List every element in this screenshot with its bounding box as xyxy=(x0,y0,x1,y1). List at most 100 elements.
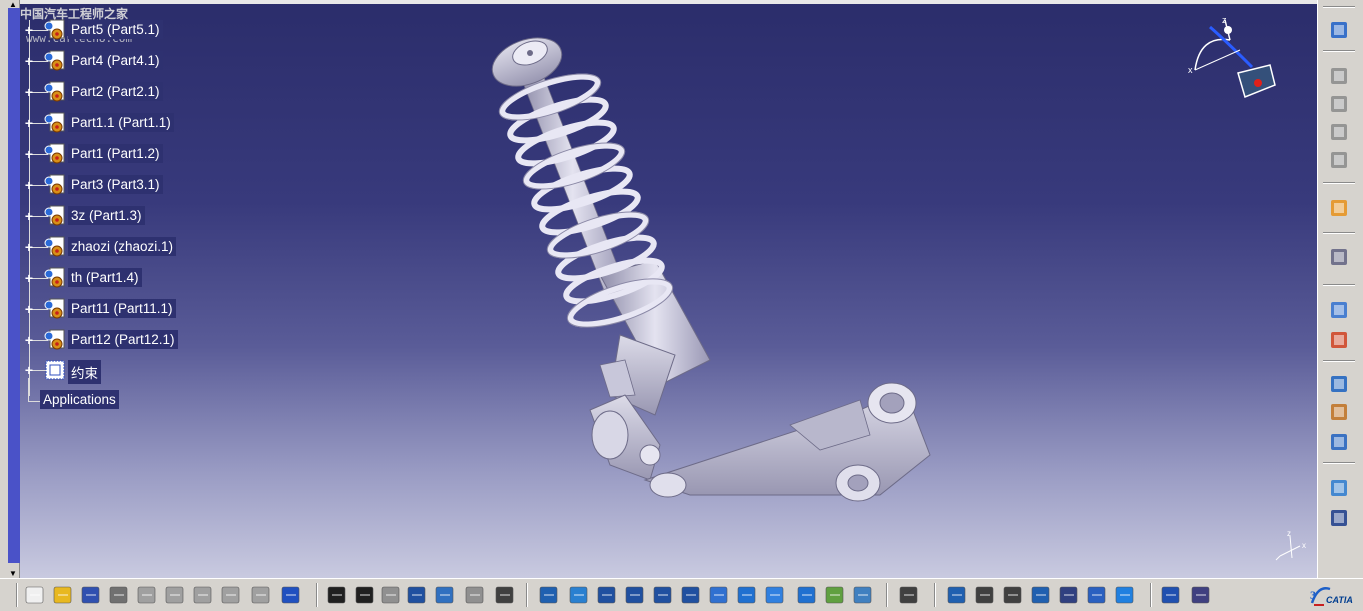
compass-navigator[interactable]: z x xyxy=(1180,15,1290,110)
right-toolbar xyxy=(1317,0,1363,578)
tree-node-part[interactable]: +3z (Part1.3) xyxy=(22,205,302,227)
explode-icon[interactable] xyxy=(1058,584,1080,606)
shading-icon[interactable] xyxy=(796,584,818,606)
link-icon[interactable] xyxy=(380,584,402,606)
scroll-up-arrow-icon[interactable]: ▲ xyxy=(9,0,17,9)
update-icon[interactable] xyxy=(1328,400,1352,424)
open-icon[interactable] xyxy=(52,584,74,606)
ruler-icon[interactable] xyxy=(1160,584,1182,606)
toolbar-separator xyxy=(526,583,528,607)
constraint-icon[interactable] xyxy=(1328,372,1352,396)
manipulation-icon[interactable] xyxy=(1328,298,1352,322)
tree-node-constraints[interactable]: + 约束 xyxy=(22,359,302,384)
cut-icon[interactable] xyxy=(136,584,158,606)
save-icon[interactable] xyxy=(80,584,102,606)
new-icon[interactable] xyxy=(24,584,46,606)
select-icon[interactable] xyxy=(1328,196,1352,220)
tree-node-label: 约束 xyxy=(68,360,101,384)
material-icon[interactable] xyxy=(824,584,846,606)
paste-icon[interactable] xyxy=(192,584,214,606)
formula-icon[interactable] xyxy=(326,584,348,606)
copy-icon[interactable] xyxy=(164,584,186,606)
suspension-assembly-model[interactable] xyxy=(460,25,960,515)
expand-plus-icon[interactable]: + xyxy=(22,23,36,37)
expand-plus-icon[interactable]: + xyxy=(22,363,36,377)
comment-icon[interactable] xyxy=(354,584,376,606)
expand-plus-icon[interactable]: + xyxy=(22,85,36,99)
normal-view-icon[interactable] xyxy=(708,584,730,606)
snap-icon[interactable] xyxy=(1328,328,1352,352)
measure-icon[interactable] xyxy=(946,584,968,606)
tree-node-part[interactable]: + Part5 (Part5.1) xyxy=(22,19,302,41)
tree-scroll-track[interactable] xyxy=(8,8,20,563)
tree-node-part[interactable]: + Part11 (Part11.1) xyxy=(22,298,302,320)
fly-mode-icon[interactable] xyxy=(538,584,560,606)
tree-node-part[interactable]: + th (Part1.4) xyxy=(22,267,302,289)
scenes-icon[interactable] xyxy=(1328,430,1352,454)
expand-plus-icon[interactable]: + xyxy=(22,240,36,254)
analysis-icon[interactable] xyxy=(1328,506,1352,530)
expand-plus-icon[interactable]: + xyxy=(22,333,36,347)
tree-node-label: Part3 (Part3.1) xyxy=(68,175,163,194)
macro-icon[interactable] xyxy=(494,584,516,606)
tree-node-part[interactable]: + Part3 (Part3.1) xyxy=(22,174,302,196)
whats-this-icon[interactable] xyxy=(280,584,302,606)
sketcher-icon[interactable] xyxy=(1328,18,1352,42)
expand-plus-icon[interactable]: + xyxy=(22,116,36,130)
print-icon[interactable] xyxy=(108,584,130,606)
tree-scroll-strip[interactable]: ▲ ▼ xyxy=(0,0,20,578)
expand-plus-icon[interactable]: + xyxy=(22,271,36,285)
tree-node-label: Part5 (Part5.1) xyxy=(68,20,163,39)
tree-node-part[interactable]: + Part1.1 (Part1.1) xyxy=(22,112,302,134)
render-icon[interactable] xyxy=(852,584,874,606)
toolbar-separator xyxy=(316,583,318,607)
fit-all-icon[interactable] xyxy=(568,584,590,606)
begin-icon[interactable] xyxy=(974,584,996,606)
expand-plus-icon[interactable]: + xyxy=(22,178,36,192)
redo-icon[interactable] xyxy=(250,584,272,606)
new-product-icon[interactable] xyxy=(1328,120,1352,144)
clash-icon[interactable] xyxy=(1086,584,1108,606)
expand-plus-icon[interactable]: + xyxy=(22,147,36,161)
toolbar-separator xyxy=(1323,6,1355,8)
search-icon[interactable] xyxy=(1030,584,1052,606)
capture-icon[interactable] xyxy=(898,584,920,606)
undo-icon[interactable] xyxy=(220,584,242,606)
multi-view-icon[interactable] xyxy=(736,584,758,606)
part-icon xyxy=(44,174,65,195)
tree-node-part[interactable]: + zhaozi (zhaozi.1) xyxy=(22,236,302,258)
toolbar-separator xyxy=(1150,583,1152,607)
tree-node-applications[interactable]: Applications xyxy=(40,390,119,409)
expand-plus-icon[interactable]: + xyxy=(22,209,36,223)
tree-node-part[interactable]: + Part2 (Part2.1) xyxy=(22,81,302,103)
pan-icon[interactable] xyxy=(596,584,618,606)
tree-icon[interactable] xyxy=(434,584,456,606)
tree-node-part[interactable]: + Part1 (Part1.2) xyxy=(22,143,302,165)
end-icon[interactable] xyxy=(1002,584,1024,606)
fast-multi-instantiation-icon[interactable] xyxy=(1328,245,1352,269)
zoom-in-icon[interactable] xyxy=(652,584,674,606)
expand-plus-icon[interactable]: + xyxy=(22,54,36,68)
rotate-icon[interactable] xyxy=(624,584,646,606)
table-icon[interactable] xyxy=(406,584,428,606)
new-part-icon[interactable] xyxy=(1328,148,1352,172)
zoom-out-icon[interactable] xyxy=(680,584,702,606)
expand-plus-icon[interactable]: + xyxy=(22,302,36,316)
toolbar-separator xyxy=(1323,50,1355,52)
tree-node-label: Part12 (Part12.1) xyxy=(68,330,178,349)
3d-viewport[interactable]: 中国汽车工程师之家 www.cartech8.com +Part5 (Part5… xyxy=(20,0,1317,578)
tree-node-part[interactable]: + Part12 (Part12.1) xyxy=(22,329,302,351)
product-structure-icon[interactable] xyxy=(1328,64,1352,88)
sectioning-icon[interactable] xyxy=(1114,584,1136,606)
toolbar-separator xyxy=(1323,232,1355,234)
tree-node-part[interactable]: + Part4 (Part4.1) xyxy=(22,50,302,72)
publish-icon[interactable] xyxy=(1190,584,1212,606)
new-component-icon[interactable] xyxy=(1328,92,1352,116)
catalog-icon[interactable] xyxy=(1328,476,1352,500)
iso-view-icon[interactable] xyxy=(764,584,786,606)
part-icon xyxy=(44,329,65,350)
tree-node-label: Part2 (Part2.1) xyxy=(68,82,163,101)
scroll-down-arrow-icon[interactable]: ▼ xyxy=(9,569,17,578)
lock-icon[interactable] xyxy=(464,584,486,606)
svg-text:3: 3 xyxy=(1310,588,1316,602)
